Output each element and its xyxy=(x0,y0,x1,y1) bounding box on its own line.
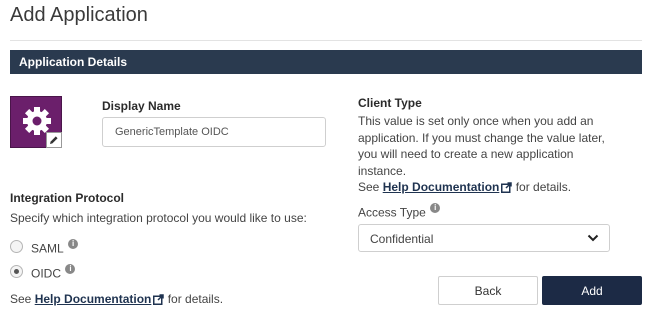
access-type-label: Access Type xyxy=(358,205,426,220)
oidc-label: OIDC xyxy=(31,266,61,281)
edit-icon-button[interactable] xyxy=(46,132,62,148)
access-type-select[interactable]: Confidential xyxy=(358,224,610,252)
saml-option: SAML i xyxy=(31,239,79,257)
integration-protocol-label: Integration Protocol xyxy=(10,191,124,205)
pencil-icon xyxy=(50,136,58,144)
help-documentation-link[interactable]: Help Documentation xyxy=(383,180,500,194)
title-divider xyxy=(10,40,642,41)
saml-radio[interactable] xyxy=(10,240,23,253)
external-link-icon xyxy=(153,294,165,305)
application-icon[interactable] xyxy=(10,96,62,148)
integration-protocol-description: Specify which integration protocol you w… xyxy=(10,211,307,225)
info-icon[interactable]: i xyxy=(68,239,79,249)
info-icon[interactable]: i xyxy=(65,264,76,274)
external-link-icon xyxy=(501,182,513,193)
add-button[interactable]: Add xyxy=(542,276,642,305)
help-documentation-link[interactable]: Help Documentation xyxy=(35,292,152,306)
display-name-label: Display Name xyxy=(102,99,181,113)
access-type-heading: Access Type i xyxy=(358,203,441,221)
saml-label: SAML xyxy=(31,241,64,256)
oidc-radio[interactable] xyxy=(10,265,23,278)
integration-help-text: See Help Documentation for details. xyxy=(10,292,224,306)
oidc-option: OIDC i xyxy=(31,264,76,282)
back-button[interactable]: Back xyxy=(438,276,538,305)
section-header-application-details: Application Details xyxy=(10,50,642,74)
client-type-label: Client Type xyxy=(358,96,422,110)
access-type-value: Confidential xyxy=(370,232,434,246)
client-type-help-text: See Help Documentation for details. xyxy=(358,180,572,194)
info-icon[interactable]: i xyxy=(430,203,441,213)
display-name-input[interactable] xyxy=(102,117,326,147)
chevron-down-icon xyxy=(587,234,599,242)
client-type-description: This value is set only once when you add… xyxy=(358,114,605,194)
page-title: Add Application xyxy=(10,4,148,26)
